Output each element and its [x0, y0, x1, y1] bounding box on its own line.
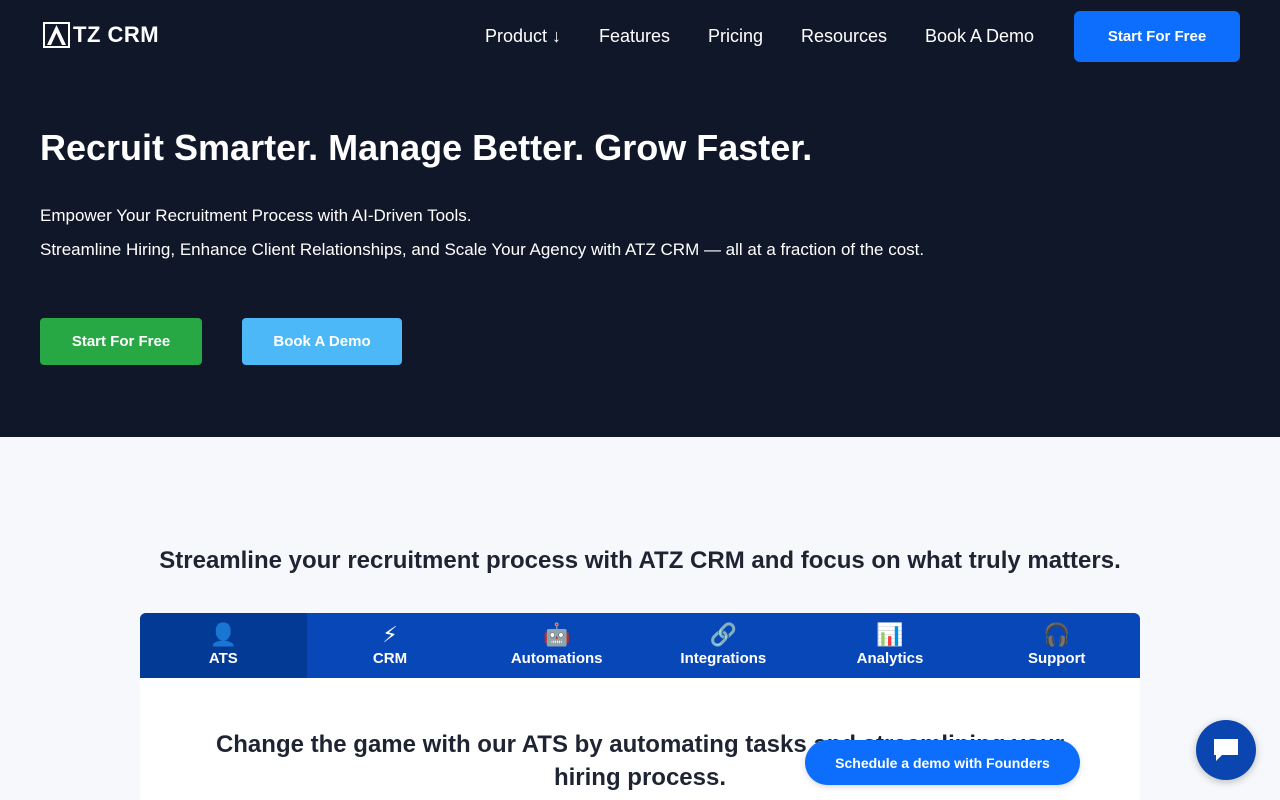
tab-crm[interactable]: ⚡ CRM — [307, 613, 474, 678]
tab-label: Support — [1027, 650, 1086, 667]
hero-description: Streamline Hiring, Enhance Client Relati… — [40, 240, 925, 259]
tab-ats[interactable]: 👤 ATS — [140, 613, 307, 678]
tab-label: CRM — [372, 650, 408, 667]
logo[interactable]: TZ CRM — [43, 21, 159, 49]
bar-chart-icon: 📊 — [876, 622, 904, 647]
logo-text: TZ CRM — [73, 22, 160, 47]
hero-title: Recruit Smarter. Manage Better. Grow Fas… — [40, 127, 813, 168]
hero-start-free-button[interactable]: Start For Free — [40, 318, 202, 365]
tab-label: Automations — [510, 650, 603, 667]
features-heading: Streamline your recruitment process with… — [159, 547, 1121, 574]
nav-item-resources[interactable]: Resources — [801, 24, 887, 48]
main-nav: Product ↓ Features Pricing Resources Boo… — [485, 24, 1034, 48]
lightning-icon: ⚡ — [382, 622, 398, 647]
robot-icon: 🤖 — [542, 622, 571, 647]
hero-subtitle: Empower Your Recruitment Process with AI… — [40, 206, 472, 225]
tab-label: ATS — [208, 650, 238, 667]
hero-book-demo-button[interactable]: Book A Demo — [242, 318, 402, 365]
nav-item-product[interactable]: Product ↓ — [485, 24, 562, 48]
nav-item-pricing[interactable]: Pricing — [708, 24, 763, 48]
link-icon: 🔗 — [709, 622, 738, 647]
nav-item-book-demo[interactable]: Book A Demo — [925, 24, 1034, 48]
header-start-free-button[interactable]: Start For Free — [1074, 11, 1240, 62]
tab-analytics[interactable]: 📊 Analytics — [807, 613, 974, 678]
tab-support[interactable]: 🎧 Support — [973, 613, 1140, 678]
headphones-icon: 🎧 — [1042, 622, 1071, 647]
tab-automations[interactable]: 🤖 Automations — [473, 613, 640, 678]
logo-mark-icon — [43, 22, 70, 48]
feature-tabs: 👤 ATS ⚡ CRM 🤖 Automations 🔗 Integrations… — [140, 613, 1140, 678]
chat-bubble-icon — [1214, 739, 1238, 761]
user-icon: 👤 — [209, 622, 238, 647]
schedule-demo-button[interactable]: Schedule a demo with Founders — [805, 740, 1080, 785]
nav-item-features[interactable]: Features — [599, 24, 670, 48]
tab-label: Analytics — [856, 650, 924, 667]
tab-integrations[interactable]: 🔗 Integrations — [640, 613, 807, 678]
hero-section: TZ CRM Product ↓ Features Pricing Resour… — [0, 0, 1280, 437]
tab-label: Integrations — [680, 650, 767, 667]
chat-launcher-button[interactable] — [1196, 720, 1256, 780]
